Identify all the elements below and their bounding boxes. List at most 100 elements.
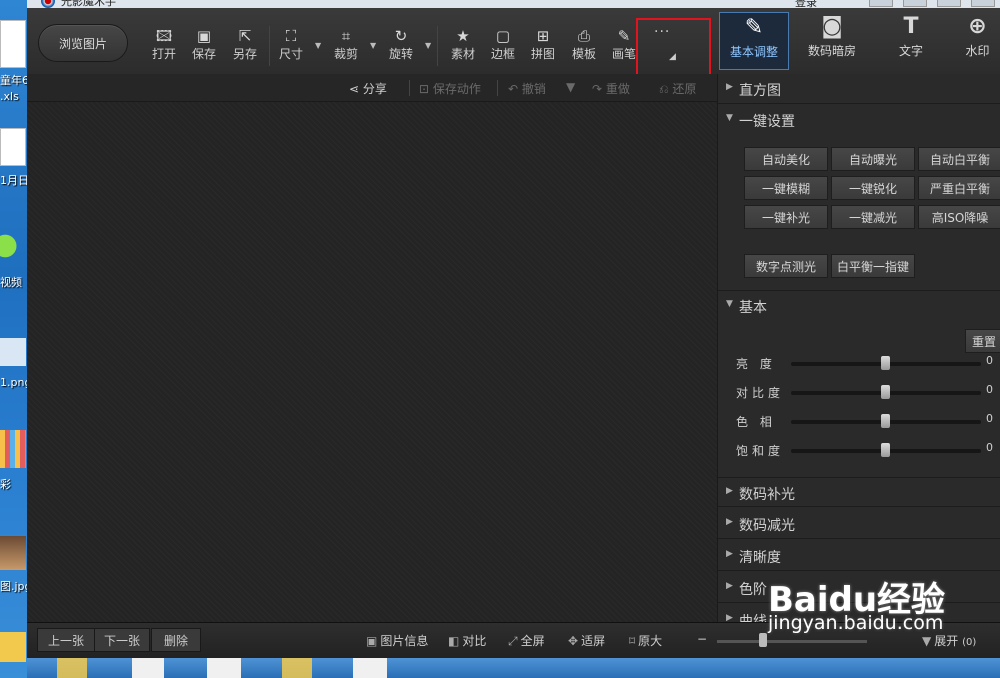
share-icon: ⋖ [349, 82, 363, 96]
slider-value: 0 [986, 412, 993, 425]
white-balance-picker-button[interactable]: 白平衡一指键 [831, 254, 915, 278]
saturation-slider-knob[interactable] [881, 443, 890, 457]
redo-label: 重做 [605, 82, 630, 96]
auto-exposure-button[interactable]: 自动曝光 [831, 147, 915, 171]
tool-label: 尺寸 [278, 47, 303, 61]
crop-icon: ⌗ [341, 27, 351, 45]
tool-label: 边框 [490, 47, 515, 61]
taskbar-folder-icon[interactable] [57, 658, 87, 678]
desktop-file-icon[interactable] [0, 338, 26, 366]
screen: 童年6 .xls 1月日 视频 1.png 彩 图.jpg 光影魔术手 登录 浏… [0, 0, 1000, 678]
minimize-button[interactable] [937, 0, 961, 7]
prev-image-button[interactable]: 上一张 [37, 628, 95, 652]
next-image-button[interactable]: 下一张 [94, 628, 150, 652]
section-one-click[interactable]: ▼ 一键设置 [718, 105, 1000, 135]
save-as-button[interactable]: ⇱ 另存 [226, 26, 264, 66]
rotate-button[interactable]: ↻ 旋转 [382, 26, 420, 66]
delete-button[interactable]: 删除 [151, 628, 201, 652]
color-file-icon[interactable] [0, 430, 26, 468]
restore-button[interactable]: ⎌ 还原 [659, 80, 696, 97]
crop-dropdown-caret[interactable]: ▼ [370, 41, 376, 50]
spot-metering-button[interactable]: 数字点测光 [744, 254, 828, 278]
auto-white-balance-button[interactable]: 自动白平衡 [918, 147, 1000, 171]
one-click-sharpen-button[interactable]: 一键锐化 [831, 176, 915, 200]
reset-button[interactable]: 重置 [965, 329, 1000, 353]
auto-beautify-button[interactable]: 自动美化 [744, 147, 828, 171]
open-button[interactable]: 🖾 打开 [145, 26, 183, 66]
taskbar-doc-icon[interactable] [353, 658, 387, 678]
one-click-reduce-light-button[interactable]: 一键减光 [831, 205, 915, 229]
zoom-slider[interactable] [717, 640, 867, 643]
tab-label: 水印 [965, 44, 990, 58]
main-toolbar: 浏览图片 🖾 打开 ▣ 保存 ⇱ 另存 ⛶ 尺寸 ▼ ⌗ 裁剪 ▼ ↻ 旋转 ▼… [27, 8, 717, 74]
photo-file-icon[interactable] [0, 536, 26, 570]
restore-label: 还原 [672, 82, 697, 96]
adjust-icon: ✎ [744, 15, 764, 40]
save-action-button[interactable]: ⊡ 保存动作 [419, 80, 481, 97]
adjust-panel: ▶ 直方图 ▼ 一键设置 自动美化 自动曝光 自动白平衡 一键模糊 一键锐化 严… [717, 74, 1000, 622]
resize-button[interactable]: ⛶ 尺寸 [272, 26, 310, 66]
text-icon: T [903, 14, 919, 39]
redo-button[interactable]: ↷ 重做 [592, 80, 630, 97]
toolbar-divider [269, 26, 270, 66]
fit-screen-button[interactable]: ✥ 适屏 [568, 632, 605, 649]
zoom-slider-knob[interactable] [759, 633, 767, 647]
contrast-slider-knob[interactable] [881, 385, 890, 399]
divider [409, 80, 410, 96]
severe-white-balance-button[interactable]: 严重白平衡 [918, 176, 1000, 200]
section-digital-reduce-light[interactable]: ▶ 数码减光 [718, 509, 1000, 539]
taskbar-folder-icon[interactable] [282, 658, 312, 678]
original-size-button[interactable]: ⌑ 原大 [629, 632, 662, 649]
template-button[interactable]: ⎙ 模板 [565, 26, 603, 66]
section-clarity[interactable]: ▶ 清晰度 [718, 541, 1000, 571]
browse-images-button[interactable]: 浏览图片 [38, 24, 128, 62]
folder-icon[interactable] [0, 632, 26, 662]
section-title: 直方图 [739, 83, 781, 99]
undo-dropdown-caret[interactable]: ▼ [566, 80, 575, 94]
desktop-file-icon[interactable] [0, 20, 26, 68]
taskbar-doc-icon[interactable] [207, 658, 241, 678]
undo-button[interactable]: ↶ 撤销 [508, 80, 546, 97]
tool-label: 素材 [450, 47, 475, 61]
brightness-slider-knob[interactable] [881, 356, 890, 370]
tab-basic-adjust[interactable]: ✎ 基本调整 [719, 12, 789, 70]
desktop-file-icon[interactable] [0, 128, 26, 166]
image-canvas[interactable] [27, 102, 717, 622]
section-basic[interactable]: ▼ 基本 [718, 290, 1000, 320]
compare-button[interactable]: ◧ 对比 [448, 632, 486, 649]
login-link[interactable]: 登录 [795, 0, 817, 8]
fullscreen-button[interactable]: ⤢ 全屏 [508, 632, 545, 649]
tab-darkroom[interactable]: ◙ 数码暗房 [797, 12, 867, 70]
one-click-blur-button[interactable]: 一键模糊 [744, 176, 828, 200]
zoom-out-button[interactable]: − [697, 632, 707, 646]
maximize-button[interactable] [971, 0, 995, 7]
save-button[interactable]: ▣ 保存 [185, 26, 223, 66]
taskbar-doc-icon[interactable] [132, 658, 164, 678]
image-info-button[interactable]: ▣ 图片信息 [366, 632, 428, 649]
puzzle-button[interactable]: ⊞ 拼图 [524, 26, 562, 66]
tab-label: 基本调整 [729, 45, 778, 59]
rotate-dropdown-caret[interactable]: ▼ [425, 41, 431, 50]
save-action-icon: ⊡ [419, 82, 433, 96]
high-iso-denoise-button[interactable]: 高ISO降噪 [918, 205, 1000, 229]
video-app-icon[interactable] [0, 228, 26, 264]
tool-label: 裁剪 [333, 47, 358, 61]
material-button[interactable]: ★ 素材 [444, 26, 482, 66]
frame-button[interactable]: ▢ 边框 [484, 26, 522, 66]
expand-button[interactable]: ▼ 展开 (0) [922, 632, 976, 649]
tab-text[interactable]: T 文字 [876, 12, 946, 70]
crop-button[interactable]: ⌗ 裁剪 [327, 26, 365, 66]
taskbar [27, 658, 1000, 678]
settings-button[interactable] [869, 0, 893, 7]
skin-button[interactable] [903, 0, 927, 7]
section-histogram[interactable]: ▶ 直方图 [718, 74, 1000, 104]
expand-arrow-icon: ▶ [726, 486, 733, 496]
tab-label: 文字 [898, 44, 923, 58]
resize-dropdown-caret[interactable]: ▼ [315, 41, 321, 50]
compare-label: 对比 [462, 634, 487, 648]
section-digital-fill-light[interactable]: ▶ 数码补光 [718, 477, 1000, 507]
share-button[interactable]: ⋖ 分享 [349, 80, 387, 97]
tab-watermark[interactable]: ⊕ 水印 [955, 12, 1000, 70]
hue-slider-knob[interactable] [881, 414, 890, 428]
one-click-fill-light-button[interactable]: 一键补光 [744, 205, 828, 229]
